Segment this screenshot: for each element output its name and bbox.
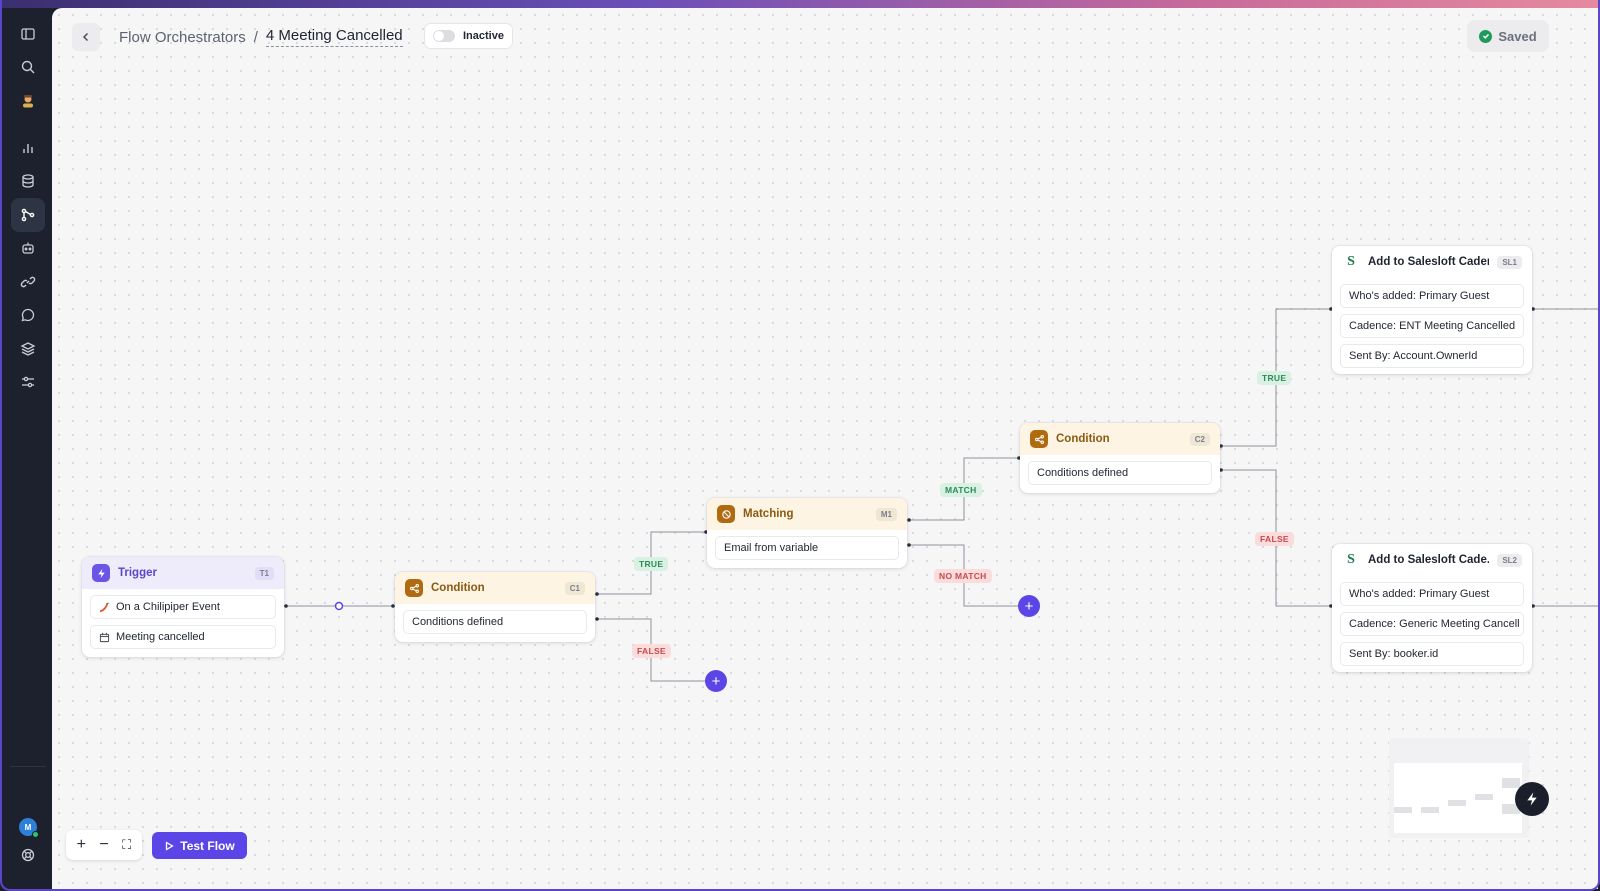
sidebar-divider [10, 766, 46, 767]
node-tag: M1 [875, 507, 897, 521]
zoom-out-button[interactable]: − [94, 836, 114, 854]
node-tag: SL2 [1497, 553, 1522, 567]
node-title: Condition [431, 582, 485, 594]
analytics-icon[interactable] [11, 131, 45, 165]
panel-toggle-icon[interactable] [11, 17, 45, 51]
node-title: Add to Salesloft Caden... [1368, 256, 1489, 268]
lightning-icon [92, 564, 110, 582]
edge-label-c1-false: FALSE [632, 644, 671, 658]
edge-label-c2-true: TRUE [1257, 371, 1292, 385]
matching-icon [717, 505, 735, 523]
node-tag: C2 [1189, 432, 1210, 446]
node-row[interactable]: Sent By: booker.id [1340, 642, 1524, 666]
back-button[interactable] [72, 23, 100, 51]
minimap[interactable] [1389, 738, 1529, 838]
node-tag: C1 [564, 581, 585, 595]
branch-icon [405, 579, 423, 597]
check-icon [1479, 29, 1493, 43]
node-row[interactable]: Email from variable [715, 536, 899, 560]
salesloft-icon: S [1347, 552, 1355, 567]
minimap-node [1394, 807, 1412, 813]
help-icon[interactable] [11, 838, 45, 872]
minimap-node [1421, 807, 1439, 813]
toggle-label: Inactive [463, 30, 504, 42]
node-row[interactable]: Who's added: Primary Guest [1340, 284, 1524, 308]
breadcrumb-separator: / [253, 28, 258, 46]
salesloft-icon: S [1347, 254, 1355, 269]
link-icon[interactable] [11, 265, 45, 299]
active-toggle[interactable]: Inactive [424, 23, 513, 49]
node-tag: T1 [254, 566, 274, 580]
test-flow-label: Test Flow [180, 838, 235, 853]
test-flow-button[interactable]: Test Flow [152, 832, 247, 859]
lightning-action-icon[interactable] [1515, 782, 1549, 816]
node-row[interactable]: Who's added: Primary Guest [1340, 582, 1524, 606]
flow-canvas[interactable]: Flow Orchestrators / 4 Meeting Cancelled… [52, 8, 1598, 889]
node-row[interactable]: Cadence: ENT Meeting Cancelled [1340, 314, 1524, 338]
toggle-switch[interactable] [433, 30, 455, 42]
layers-icon[interactable] [11, 332, 45, 366]
branch-icon [1030, 430, 1048, 448]
minimap-node [1502, 778, 1520, 788]
node-tag: SL1 [1497, 255, 1522, 269]
calendar-x-icon [99, 632, 110, 642]
flow-edges [284, 307, 1598, 682]
zoom-controls: + − ⛶ [66, 830, 142, 860]
chevron-left-icon [82, 32, 89, 42]
add-node-button[interactable]: + [705, 670, 727, 692]
node-row[interactable]: Meeting cancelled [90, 625, 276, 649]
node-title: Add to Salesloft Cade... [1368, 554, 1490, 566]
matching-node-m1[interactable]: Matching M1 Email from variable [707, 498, 907, 568]
minimap-node [1475, 794, 1493, 800]
chilipiper-icon [99, 601, 109, 612]
chat-icon[interactable] [11, 298, 45, 332]
salesloft-node-sl1[interactable]: S Add to Salesloft Caden... SL1 Who's ad… [1332, 246, 1532, 374]
top-gradient-bar [0, 0, 1600, 8]
edge-label-c2-false: FALSE [1255, 532, 1294, 546]
condition-node-c1[interactable]: Condition C1 Conditions defined [395, 572, 595, 642]
account-avatar-icon[interactable]: M [19, 818, 39, 838]
bot-icon[interactable] [11, 231, 45, 265]
breadcrumb: Flow Orchestrators / 4 Meeting Cancelled [119, 27, 403, 47]
trigger-node[interactable]: Trigger T1 On a Chilipiper Event Meeting… [82, 557, 284, 657]
node-row[interactable]: Sent By: Account.OwnerId [1340, 344, 1524, 368]
search-icon[interactable] [11, 50, 45, 84]
node-row[interactable]: Cadence: Generic Meeting Cancell [1340, 612, 1524, 636]
flow-icon[interactable] [11, 198, 45, 232]
flow-title[interactable]: 4 Meeting Cancelled [265, 27, 403, 47]
edge-label-m1-match: MATCH [940, 483, 982, 497]
node-title: Matching [743, 508, 794, 520]
settings-sliders-icon[interactable] [11, 365, 45, 399]
node-title: Condition [1056, 433, 1110, 445]
node-row[interactable]: On a Chilipiper Event [90, 595, 276, 619]
minimap-node [1448, 800, 1466, 806]
edge-waypoint [334, 601, 344, 611]
play-icon [166, 840, 175, 851]
condition-node-c2[interactable]: Condition C2 Conditions defined [1020, 423, 1220, 493]
node-row[interactable]: Conditions defined [403, 610, 587, 634]
add-node-button[interactable]: + [1018, 595, 1040, 617]
edge-label-c1-true: TRUE [634, 557, 669, 571]
sidebar: M [2, 8, 52, 889]
save-status-button[interactable]: Saved [1467, 20, 1549, 52]
node-row[interactable]: Conditions defined [1028, 461, 1212, 485]
user-avatar-icon[interactable] [11, 84, 45, 118]
breadcrumb-parent[interactable]: Flow Orchestrators [119, 29, 246, 46]
minimap-viewport[interactable] [1394, 763, 1522, 833]
edge-label-m1-nomatch: NO MATCH [934, 569, 992, 583]
node-title: Trigger [118, 567, 157, 579]
zoom-in-button[interactable]: + [71, 836, 91, 854]
fit-view-button[interactable]: ⛶ [117, 837, 137, 853]
salesloft-node-sl2[interactable]: S Add to Salesloft Cade... SL2 Who's add… [1332, 544, 1532, 672]
save-status-label: Saved [1498, 28, 1537, 44]
database-icon[interactable] [11, 164, 45, 198]
